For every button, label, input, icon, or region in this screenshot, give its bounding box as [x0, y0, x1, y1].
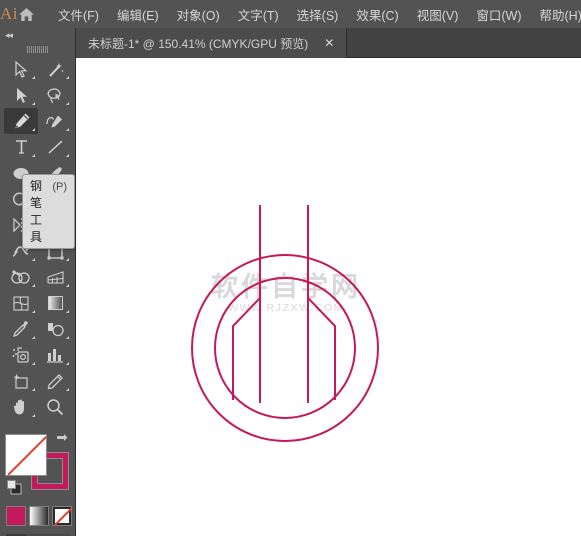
- none-button[interactable]: [52, 506, 72, 526]
- menu-items: 文件(F) 编辑(E) 对象(O) 文字(T) 选择(S) 效果(C) 视图(V…: [49, 0, 581, 28]
- menu-bar: Ai 文件(F) 编辑(E) 对象(O) 文字(T) 选择(S) 效果(C) 视…: [0, 0, 581, 28]
- tool-corner-indicator: [66, 102, 69, 105]
- home-icon[interactable]: [18, 0, 35, 28]
- tool-shape-builder[interactable]: [4, 264, 38, 290]
- tool-corner-indicator: [32, 258, 35, 261]
- inner-path-right: [307, 286, 336, 400]
- tool-corner-indicator: [32, 128, 35, 131]
- illustrator-window: Ai 文件(F) 编辑(E) 对象(O) 文字(T) 选择(S) 效果(C) 视…: [0, 0, 581, 536]
- tool-panel: ◂◂ 钢笔工具 (P): [0, 28, 76, 536]
- tool-corner-indicator: [32, 154, 35, 157]
- tool-zoom[interactable]: [38, 394, 72, 420]
- tool-corner-indicator: [66, 310, 69, 313]
- menu-item-object[interactable]: 对象(O): [168, 0, 229, 28]
- tool-corner-indicator: [66, 76, 69, 79]
- document-tab[interactable]: 未标题-1* @ 150.41% (CMYK/GPU 预览) ✕: [76, 28, 348, 58]
- tool-pen[interactable]: [4, 108, 38, 134]
- menu-item-edit[interactable]: 编辑(E): [108, 0, 168, 28]
- tool-mesh[interactable]: [4, 290, 38, 316]
- inner-path-left: [232, 286, 261, 400]
- tool-corner-indicator: [66, 336, 69, 339]
- tool-slice[interactable]: [38, 368, 72, 394]
- none-slash-icon: [7, 435, 46, 475]
- tooltip-name: 钢笔工具: [30, 179, 43, 244]
- tool-eyedropper[interactable]: [4, 316, 38, 342]
- menu-item-type[interactable]: 文字(T): [229, 0, 288, 28]
- collapse-panel-icon[interactable]: ◂◂: [5, 30, 13, 41]
- tool-corner-indicator: [32, 388, 35, 391]
- tool-symbol-sprayer[interactable]: [4, 342, 38, 368]
- app-logo: Ai: [0, 4, 18, 23]
- menu-item-view[interactable]: 视图(V): [408, 0, 468, 28]
- tool-hand[interactable]: [4, 394, 38, 420]
- tool-selection[interactable]: [4, 56, 38, 82]
- gradient-button[interactable]: [29, 506, 49, 526]
- swatch-buttons: [6, 506, 76, 526]
- menu-item-window[interactable]: 窗口(W): [467, 0, 530, 28]
- tool-corner-indicator: [32, 414, 35, 417]
- default-fill-stroke-icon[interactable]: [7, 480, 22, 500]
- tool-corner-indicator: [66, 258, 69, 261]
- menu-item-effect[interactable]: 效果(C): [347, 0, 407, 28]
- color-controls: [0, 426, 76, 536]
- tool-perspective-grid[interactable]: [38, 264, 72, 290]
- tool-corner-indicator: [32, 310, 35, 313]
- menu-item-select[interactable]: 选择(S): [288, 0, 348, 28]
- tool-line-segment[interactable]: [38, 134, 72, 160]
- tool-corner-indicator: [32, 284, 35, 287]
- tool-corner-indicator: [66, 388, 69, 391]
- tool-panel-header: ◂◂: [0, 28, 75, 42]
- tool-panel-drag-handle[interactable]: [0, 42, 75, 56]
- fill-stroke-controls: [5, 434, 71, 496]
- tool-tooltip: 钢笔工具 (P): [22, 174, 75, 249]
- none-slash-icon: [53, 507, 71, 525]
- tool-magic-wand[interactable]: [38, 56, 72, 82]
- tool-lasso[interactable]: [38, 82, 72, 108]
- tooltip-shortcut: (P): [52, 181, 67, 193]
- tool-corner-indicator: [66, 284, 69, 287]
- document-tab-title: 未标题-1* @ 150.41% (CMYK/GPU 预览): [88, 36, 309, 51]
- tool-blend[interactable]: [38, 316, 72, 342]
- tool-curvature[interactable]: [38, 108, 72, 134]
- menu-item-help[interactable]: 帮助(H): [531, 0, 581, 28]
- tool-corner-indicator: [32, 336, 35, 339]
- tool-corner-indicator: [66, 128, 69, 131]
- tool-type[interactable]: [4, 134, 38, 160]
- outer-circle: [191, 254, 379, 442]
- tool-direct-selection[interactable]: [4, 82, 38, 108]
- swap-fill-stroke-icon[interactable]: [57, 432, 71, 450]
- tool-column-graph[interactable]: [38, 342, 72, 368]
- close-icon[interactable]: ✕: [320, 37, 338, 49]
- tool-corner-indicator: [32, 102, 35, 105]
- artwork-circle-pen-drawing[interactable]: [76, 58, 581, 536]
- tool-corner-indicator: [32, 76, 35, 79]
- artboard-canvas[interactable]: 软件自学网 WWW.RJZXW.COM: [76, 58, 581, 536]
- color-button[interactable]: [6, 506, 26, 526]
- fill-swatch[interactable]: [5, 434, 47, 476]
- menu-item-file[interactable]: 文件(F): [49, 0, 108, 28]
- tool-corner-indicator: [66, 362, 69, 365]
- tool-corner-indicator: [66, 154, 69, 157]
- tool-artboard[interactable]: [4, 368, 38, 394]
- tool-corner-indicator: [32, 362, 35, 365]
- document-tab-bar: 未标题-1* @ 150.41% (CMYK/GPU 预览) ✕: [76, 28, 581, 58]
- tool-gradient[interactable]: [38, 290, 72, 316]
